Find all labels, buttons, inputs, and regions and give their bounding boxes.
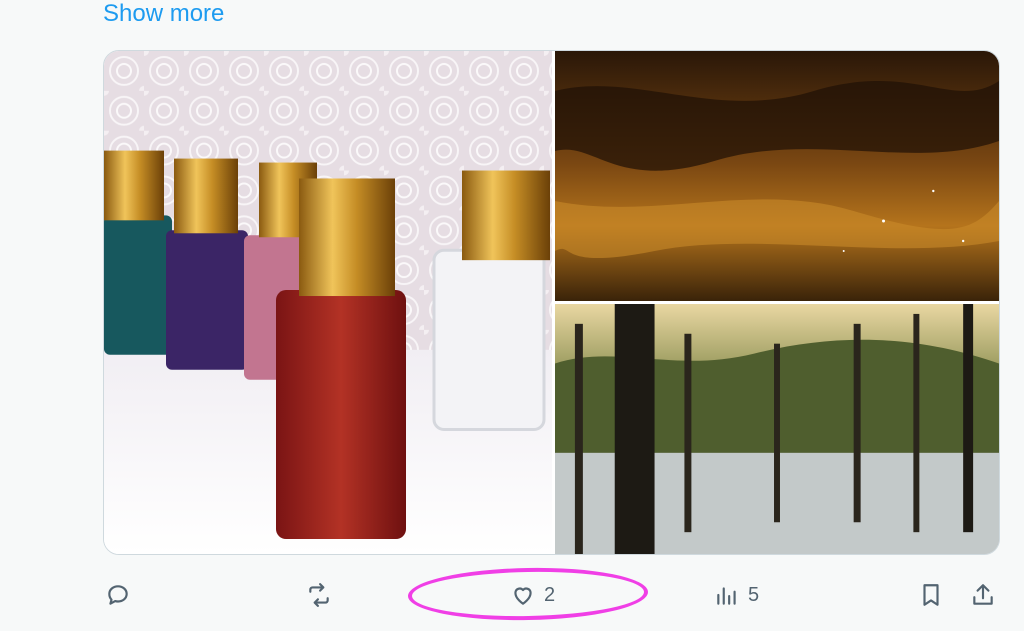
share-icon	[973, 584, 993, 605]
bookmark-icon	[923, 584, 939, 606]
retweet-button[interactable]	[306, 578, 332, 612]
misty-trees-image	[555, 304, 999, 554]
like-count: 2	[544, 583, 556, 606]
views-button[interactable]: 5	[714, 578, 759, 612]
media-grid	[103, 50, 1000, 555]
night-sky-image	[555, 51, 999, 301]
tweet-actions-bar: 2 5	[0, 570, 1024, 620]
reply-button[interactable]	[105, 578, 131, 612]
retweet-icon	[309, 583, 329, 607]
media-image-night-sky[interactable]	[555, 51, 999, 301]
show-more-link[interactable]: Show more	[103, 0, 224, 28]
views-count: 5	[748, 583, 760, 606]
views-icon	[717, 587, 736, 605]
media-image-perfume-bottles[interactable]	[104, 51, 552, 554]
share-button[interactable]	[970, 578, 996, 612]
bookmark-button[interactable]	[918, 578, 944, 612]
heart-icon	[514, 587, 532, 605]
media-image-misty-trees[interactable]	[555, 304, 999, 554]
like-button[interactable]: 2	[510, 578, 555, 612]
perfume-bottles-image	[104, 51, 552, 554]
reply-icon	[108, 585, 128, 605]
